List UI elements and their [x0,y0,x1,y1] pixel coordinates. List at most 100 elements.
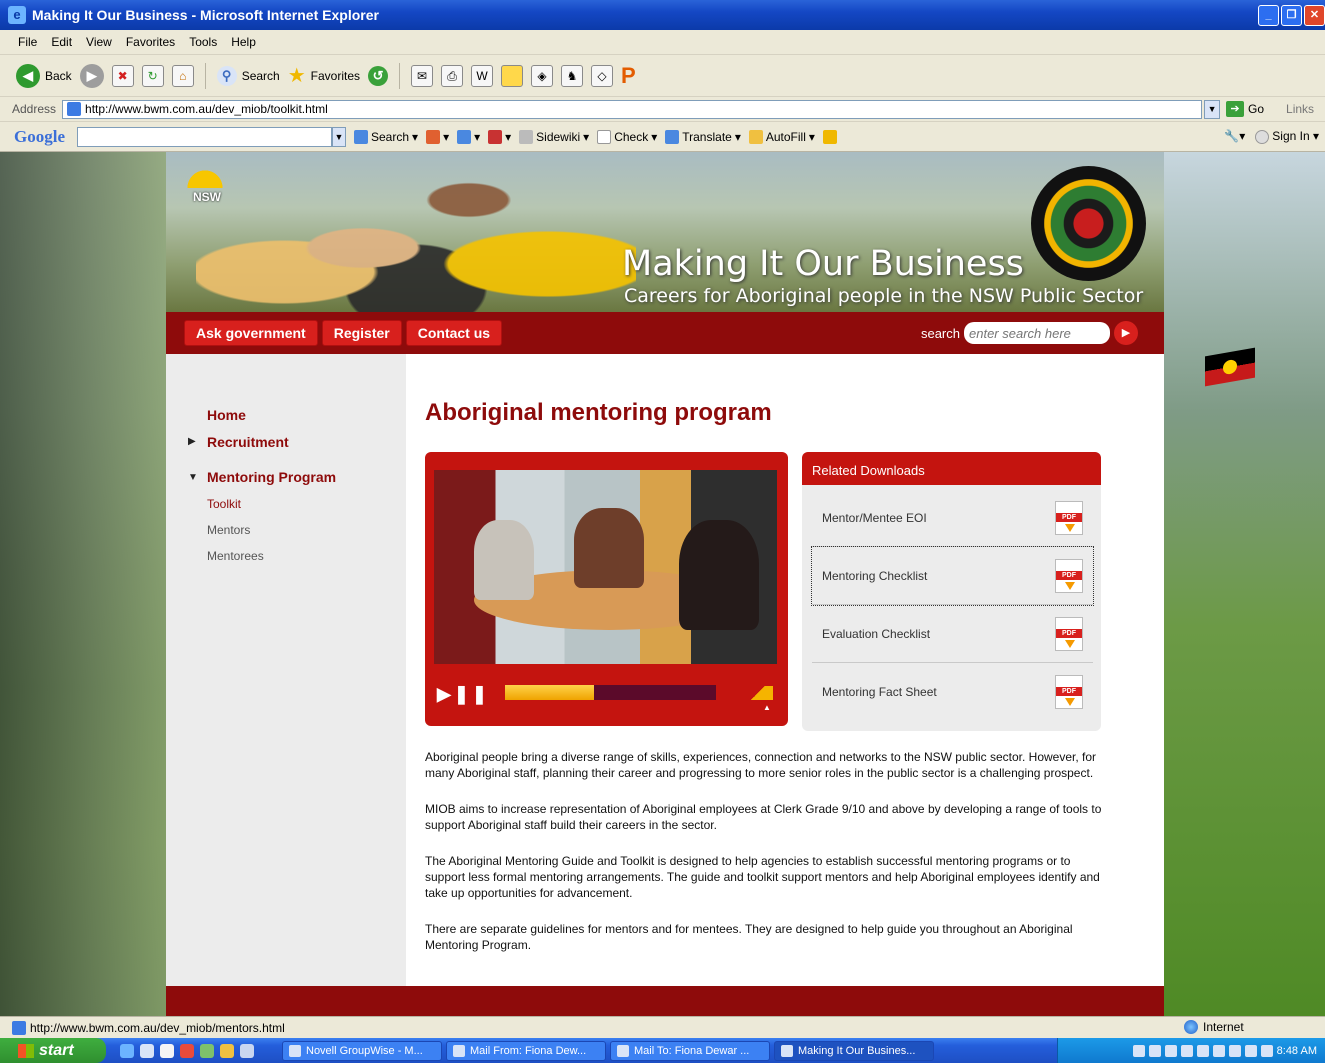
chevron-right-icon: ▶ [188,436,196,447]
video-frame[interactable] [434,470,777,664]
browser-viewport[interactable]: NSW Making It Our Business Careers for A… [0,152,1325,1016]
download-mentoring-checklist[interactable]: Mentoring Checklist PDF [811,546,1094,606]
search-go-button[interactable]: ▶ [1114,321,1138,345]
spellcheck-button[interactable]: Check ▾ [597,129,657,144]
favorites-button[interactable]: ★ Favorites [288,63,360,88]
download-mentor-mentee-eoi[interactable]: Mentor/Mentee EOI PDF [812,489,1093,547]
play-pause-icon[interactable]: ▶❚❚ [437,684,490,705]
refresh-icon[interactable]: ↻ [141,64,164,87]
maximize-button[interactable]: ❐ [1281,5,1302,26]
back-label: Back [45,68,72,83]
sidebar-item-mentoring-program[interactable]: Mentoring Program [207,469,336,485]
tray-icon[interactable] [1260,1044,1273,1057]
stop-icon[interactable]: ✖ [111,64,134,87]
sidebar-item-recruitment[interactable]: Recruitment [207,434,289,450]
start-button[interactable]: start [0,1038,106,1063]
note-icon[interactable] [501,64,524,87]
sidebar-item-home[interactable]: Home [207,407,246,423]
menu-tools[interactable]: Tools [189,35,217,49]
print-icon[interactable]: ⎙ [441,64,464,87]
address-bar: Address http://www.bwm.com.au/dev_miob/t… [0,97,1325,122]
search-button[interactable]: ⚲ Search [216,65,280,86]
task-groupwise[interactable]: Novell GroupWise - M... [282,1040,442,1061]
google-toolbar: Google ▼ Search ▾ ▾ ▾ ▾ Sidewiki ▾ Check… [0,122,1325,152]
address-input[interactable]: http://www.bwm.com.au/dev_miob/toolkit.h… [62,99,1203,119]
site-search-input[interactable] [964,322,1110,344]
top-nav: Ask government Register Contact us searc… [166,312,1164,354]
minimize-button[interactable]: _ [1258,5,1279,26]
menu-help[interactable]: Help [231,35,256,49]
links-button[interactable]: Links [1286,102,1314,116]
google-bookmark-button[interactable]: ▾ [457,129,480,144]
task-mail-to[interactable]: Mail To: Fiona Dewar ... [610,1040,770,1061]
menu-bar: File Edit View Favorites Tools Help [0,30,1325,55]
autofill-button[interactable]: AutoFill ▾ [748,129,815,144]
quicklaunch-icon[interactable] [220,1043,234,1058]
messenger-icon[interactable]: ♞ [561,64,584,87]
mail-icon[interactable]: ✉ [411,64,434,87]
quicklaunch-icon[interactable] [160,1043,174,1058]
favorites-label: Favorites [310,68,361,83]
research-icon[interactable]: ◈ [531,64,554,87]
tray-icon[interactable] [1196,1044,1209,1057]
translate-button[interactable]: Translate ▾ [665,129,741,144]
window-title-bar[interactable]: e Making It Our Business - Microsoft Int… [0,0,1325,30]
nsw-government-logo[interactable]: NSW [186,166,228,218]
download-evaluation-checklist[interactable]: Evaluation Checklist PDF [812,605,1093,663]
menu-edit[interactable]: Edit [51,35,72,49]
sign-in-icon [1255,129,1270,144]
nav-contact-us[interactable]: Contact us [405,320,503,346]
tray-icon[interactable] [1180,1044,1193,1057]
ie-quicklaunch-icon[interactable] [120,1043,134,1058]
wrench-icon[interactable]: 🔧▾ [1224,129,1245,143]
bookmark-icon[interactable]: ◇ [591,64,614,87]
task-making-it-our-business[interactable]: Making It Our Busines... [774,1040,934,1061]
go-button[interactable]: ➔ Go [1226,101,1264,117]
task-mail-from[interactable]: Mail From: Fiona Dew... [446,1040,606,1061]
quicklaunch-icon[interactable] [200,1043,214,1058]
home-icon[interactable]: ⌂ [171,64,194,87]
volume-icon[interactable] [743,686,773,700]
sidebar-item-mentors[interactable]: Mentors [207,523,250,537]
google-pencil-button[interactable] [822,129,837,144]
sign-in-button[interactable]: Sign In ▾ [1255,129,1319,144]
forward-button[interactable]: ▶ [79,63,104,88]
address-dropdown[interactable]: ▼ [1204,99,1221,119]
tray-icon[interactable] [1132,1044,1145,1057]
edit-word-icon[interactable]: W [471,64,494,87]
quicklaunch-icon[interactable] [140,1043,154,1058]
go-arrow-icon: ➔ [1226,101,1245,117]
back-button[interactable]: ◀ Back [16,63,72,88]
tray-icon[interactable] [1212,1044,1225,1057]
volume-tray-icon[interactable] [1164,1044,1177,1057]
history-icon[interactable]: ↺ [368,65,389,86]
close-button[interactable]: ✕ [1304,5,1325,26]
tray-icon[interactable] [1148,1044,1161,1057]
google-search-button[interactable]: Search ▾ [354,129,418,144]
google-popup-button[interactable]: ▾ [488,129,511,144]
nsw-logo-text: NSW [193,190,221,204]
sidewiki-button[interactable]: Sidewiki ▾ [519,129,589,144]
menu-view[interactable]: View [86,35,112,49]
google-search-dropdown[interactable]: ▼ [332,126,346,147]
google-search-input[interactable] [77,126,332,147]
video-person-left [474,520,534,600]
sidebar-item-mentorees[interactable]: Mentorees [207,549,264,563]
google-share-button[interactable]: ▾ [426,129,449,144]
plus-icon [457,129,472,144]
tray-icon[interactable] [1244,1044,1257,1057]
p-addon-icon[interactable]: P [621,63,636,89]
video-progress-bar[interactable] [505,685,716,700]
quicklaunch-icon[interactable] [180,1043,194,1058]
video-player[interactable]: ▶❚❚ ▲ [425,452,788,726]
nav-register[interactable]: Register [321,320,402,346]
menu-favorites[interactable]: Favorites [126,35,175,49]
sidebar-item-toolkit[interactable]: Toolkit [207,497,241,511]
quicklaunch-icon[interactable] [240,1043,254,1058]
check-label: Check [614,129,649,144]
tray-icon[interactable] [1228,1044,1241,1057]
download-mentoring-fact-sheet[interactable]: Mentoring Fact Sheet PDF [812,663,1093,721]
nav-ask-government[interactable]: Ask government [184,320,318,346]
toolbar-separator [204,62,206,89]
menu-file[interactable]: File [18,35,37,49]
